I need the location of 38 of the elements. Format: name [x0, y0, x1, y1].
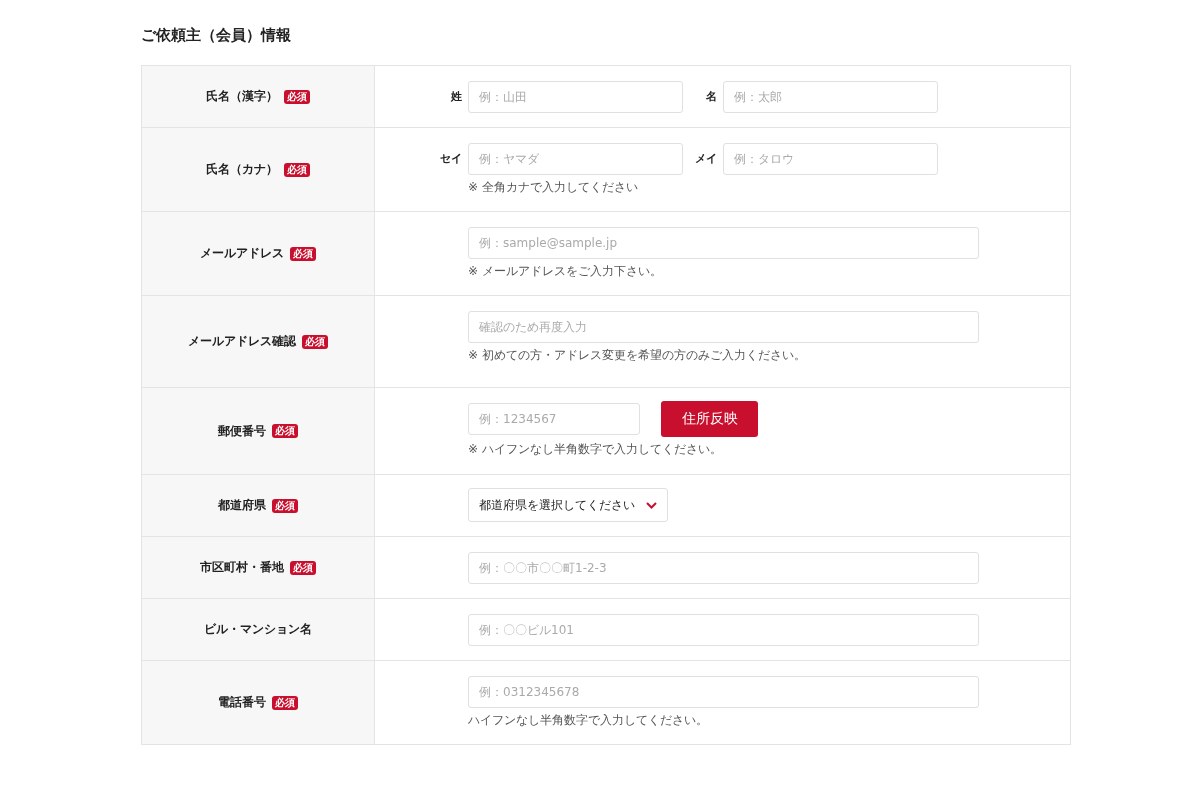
- name-part-label: 姓: [450, 89, 462, 104]
- chevron-down-icon: [646, 501, 657, 509]
- input-field[interactable]: 例：太郎: [723, 81, 938, 113]
- hint-text: ハイフンなし半角数字で入力してください。: [468, 712, 709, 728]
- field-label: ビル・マンション名: [204, 621, 312, 638]
- name-part-label: メイ: [694, 151, 717, 166]
- required-badge: 必須: [272, 424, 298, 438]
- address-fill-button[interactable]: 住所反映: [661, 401, 758, 437]
- required-badge: 必須: [272, 695, 298, 710]
- required-badge: 必須: [302, 334, 328, 349]
- field-label: 郵便番号: [218, 422, 266, 440]
- input-field[interactable]: 例：0312345678: [468, 676, 979, 708]
- input-field[interactable]: 確認のため再度入力: [468, 311, 979, 343]
- field-label: メールアドレス確認: [188, 333, 296, 350]
- required-badge: 必須: [290, 246, 316, 261]
- hint-text: ※ 全角カナで入力してください: [468, 179, 639, 195]
- name-part-label: 名: [705, 89, 717, 104]
- hint-text: ※ 初めての方・アドレス変更を希望の方のみご入力ください。: [468, 347, 807, 363]
- field-label: 電話番号: [218, 694, 266, 711]
- field-label: メールアドレス: [200, 245, 284, 262]
- prefecture-select[interactable]: 都道府県を選択してください: [468, 488, 668, 522]
- section-title: ご依頼主（会員）情報: [141, 26, 292, 45]
- field-label: 氏名（漢字）: [206, 88, 278, 105]
- name-part-label: セイ: [439, 151, 462, 166]
- field-label: 氏名（カナ）: [206, 161, 278, 178]
- hint-text: ※ ハイフンなし半角数字で入力してください。: [468, 441, 723, 457]
- hint-text: ※ メールアドレスをご入力下さい。: [468, 263, 663, 279]
- input-field[interactable]: 例：タロウ: [723, 143, 938, 175]
- field-label: 市区町村・番地: [200, 559, 284, 576]
- required-badge: 必須: [284, 162, 310, 177]
- input-field[interactable]: 例：sample@sample.jp: [468, 227, 979, 259]
- required-badge: 必須: [272, 498, 298, 513]
- input-field[interactable]: 例：1234567: [468, 403, 640, 435]
- input-field[interactable]: 例：ヤマダ: [468, 143, 683, 175]
- required-badge: 必須: [290, 560, 316, 575]
- required-badge: 必須: [284, 89, 310, 104]
- field-label: 都道府県: [218, 497, 266, 514]
- input-field[interactable]: 例：山田: [468, 81, 683, 113]
